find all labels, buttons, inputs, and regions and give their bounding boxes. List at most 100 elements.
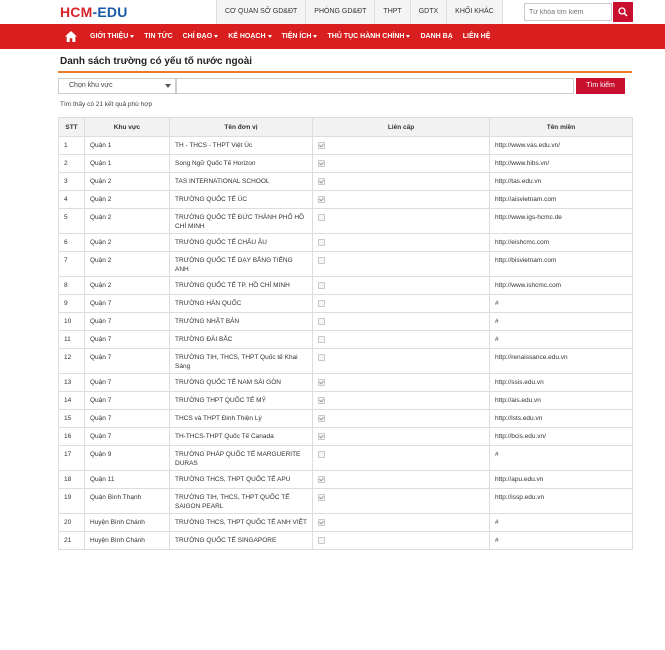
nav-item[interactable]: TIN TỨC xyxy=(139,24,177,49)
site-logo[interactable]: HCM-EDU xyxy=(60,4,128,20)
cell-stt: 17 xyxy=(58,445,85,471)
table-row: 15 Quận 7 THCS và THPT Đinh Thiện Lý http:/… xyxy=(58,409,633,428)
cell-domain: http://bcis.edu.vn/ xyxy=(489,427,633,446)
top-search-input[interactable] xyxy=(524,3,612,21)
cell-stt: 11 xyxy=(58,330,85,349)
checkbox-checked xyxy=(318,476,325,483)
search-button[interactable]: Tìm kiếm xyxy=(576,78,625,94)
cell-area: Quận 9 xyxy=(84,445,170,471)
cell-area: Quận 2 xyxy=(84,276,170,295)
nav-item[interactable]: GIỚI THIỆU xyxy=(85,24,139,49)
cell-name: TRƯỜNG QUỐC TẾ ĐỨC THÀNH PHỐ HỒ CHÍ MINH xyxy=(169,208,313,234)
table-row: 6 Quận 2 TRƯỜNG QUỐC TẾ CHÂU ÂU http://eish… xyxy=(58,233,633,252)
nav-item[interactable]: CHỈ ĐẠO xyxy=(178,24,224,49)
cell-lien-cap xyxy=(312,488,490,514)
cell-domain: http://tas.edu.vn xyxy=(489,172,633,191)
nav-item[interactable]: DANH BẠ xyxy=(415,24,457,49)
cell-stt: 2 xyxy=(58,154,85,173)
table-row: 17 Quận 9 TRƯỜNG PHÁP QUỐC TẾ MARGUERITE D… xyxy=(58,445,633,471)
cell-domain: http://www.igs-hcmc.de xyxy=(489,208,633,234)
cell-stt: 8 xyxy=(58,276,85,295)
cell-area: Quận 7 xyxy=(84,312,170,331)
checkbox-unchecked xyxy=(318,214,325,221)
table-row: 20 Huyện Bình Chánh TRƯỜNG THCS, THPT QUỐC… xyxy=(58,513,633,532)
area-select[interactable]: Chọn khu vực xyxy=(58,78,176,94)
cell-domain: http://www.vas.edu.vn/ xyxy=(489,136,633,155)
top-link-phong-gd[interactable]: PHÒNG GD&ĐT xyxy=(305,0,375,24)
caret-down-icon xyxy=(313,35,318,38)
nav-item[interactable]: KẾ HOẠCH xyxy=(223,24,276,49)
table-row: 7 Quận 2 TRƯỜNG QUỐC TẾ DẠY BẰNG TIẾNG ANH… xyxy=(58,251,633,277)
cell-area: Quận 7 xyxy=(84,294,170,313)
nav-item-label: CHỈ ĐẠO xyxy=(182,33,213,40)
cell-name: TRƯỜNG QUỐC TẾ TP. HỒ CHÍ MINH xyxy=(169,276,313,295)
cell-domain: http://eishcmc.com xyxy=(489,233,633,252)
nav-item-label: KẾ HOẠCH xyxy=(228,33,266,40)
top-search-button[interactable] xyxy=(613,2,633,22)
logo-part-edu: -EDU xyxy=(92,4,128,20)
cell-domain: # xyxy=(489,330,633,349)
cell-lien-cap xyxy=(312,409,490,428)
result-count: Tìm thấy có 21 kết quả phù hợp xyxy=(60,101,153,108)
checkbox-checked xyxy=(318,178,325,185)
checkbox-checked xyxy=(318,433,325,440)
cell-domain: # xyxy=(489,445,633,471)
nav-item[interactable]: LIÊN HỆ xyxy=(458,24,496,49)
main-nav: GIỚI THIỆU TIN TỨC CHỈ ĐẠO KẾ HOẠCH TIỆN ÍCH… xyxy=(0,24,665,49)
cell-lien-cap xyxy=(312,513,490,532)
checkbox-unchecked xyxy=(318,282,325,289)
cell-stt: 3 xyxy=(58,172,85,191)
caret-down-icon xyxy=(214,35,219,38)
top-link-co-quan-so[interactable]: CƠ QUAN SỞ GD&ĐT xyxy=(216,0,306,24)
cell-area: Quận 2 xyxy=(84,251,170,277)
checkbox-checked xyxy=(318,494,325,501)
table-row: 9 Quận 7 TRƯỜNG HÀN QUỐC # xyxy=(58,294,633,313)
cell-lien-cap xyxy=(312,348,490,374)
cell-lien-cap xyxy=(312,373,490,392)
page-title: Danh sách trường có yếu tố nước ngoài xyxy=(60,56,253,67)
cell-stt: 19 xyxy=(58,488,85,514)
cell-stt: 1 xyxy=(58,136,85,155)
caret-down-icon xyxy=(267,35,272,38)
home-icon[interactable] xyxy=(64,30,78,43)
nav-item[interactable]: TIỆN ÍCH xyxy=(277,24,323,49)
top-bar: HCM-EDU CƠ QUAN SỞ GD&ĐT PHÒNG GD&ĐT THP… xyxy=(0,0,665,24)
cell-domain: # xyxy=(489,294,633,313)
cell-area: Quận 2 xyxy=(84,233,170,252)
top-link-khoi-khac[interactable]: KHỐI KHÁC xyxy=(446,0,503,24)
cell-lien-cap xyxy=(312,391,490,410)
top-link-thpt[interactable]: THPT xyxy=(374,0,410,24)
cell-area: Quận 2 xyxy=(84,208,170,234)
nav-item-label: LIÊN HỆ xyxy=(462,33,491,40)
nav-item-label: TIN TỨC xyxy=(144,33,173,40)
table-row: 19 Quận Bình Thạnh TRƯỜNG TIH, THCS, THPT … xyxy=(58,488,633,514)
cell-lien-cap xyxy=(312,531,490,550)
checkbox-unchecked xyxy=(318,257,325,264)
cell-area: Quận 7 xyxy=(84,409,170,428)
cell-stt: 6 xyxy=(58,233,85,252)
cell-lien-cap xyxy=(312,427,490,446)
cell-domain: # xyxy=(489,531,633,550)
cell-stt: 5 xyxy=(58,208,85,234)
cell-area: Quận 7 xyxy=(84,373,170,392)
cell-domain: # xyxy=(489,312,633,331)
cell-name: TAS INTERNATIONAL SCHOOL xyxy=(169,172,313,191)
table-row: 14 Quận 7 TRƯỜNG THPT QUỐC TẾ MỸ http://ais… xyxy=(58,391,633,410)
chevron-down-icon xyxy=(165,84,171,88)
cell-lien-cap xyxy=(312,136,490,155)
checkbox-unchecked xyxy=(318,318,325,325)
cell-domain: http://issp.edu.vn xyxy=(489,488,633,514)
cell-lien-cap xyxy=(312,154,490,173)
cell-domain: http://ssis.edu.vn xyxy=(489,373,633,392)
keyword-input[interactable] xyxy=(176,78,574,94)
table-row: 21 Huyện Bình Chánh TRƯỜNG QUỐC TẾ SINGAPO… xyxy=(58,531,633,550)
nav-item[interactable]: THỦ TỤC HÀNH CHÍNH xyxy=(322,24,415,49)
cell-stt: 12 xyxy=(58,348,85,374)
top-link-gdtx[interactable]: GDTX xyxy=(409,0,447,24)
table-row: 5 Quận 2 TRƯỜNG QUỐC TẾ ĐỨC THÀNH PHỐ HỒ C… xyxy=(58,208,633,234)
cell-lien-cap xyxy=(312,445,490,471)
school-table: STT Khu vực Tên đơn vị Liên cấp Tên miền… xyxy=(58,117,633,550)
cell-name: TRƯỜNG THCS, THPT QUỐC TẾ ANH VIỆT xyxy=(169,513,313,532)
cell-stt: 13 xyxy=(58,373,85,392)
cell-lien-cap xyxy=(312,233,490,252)
